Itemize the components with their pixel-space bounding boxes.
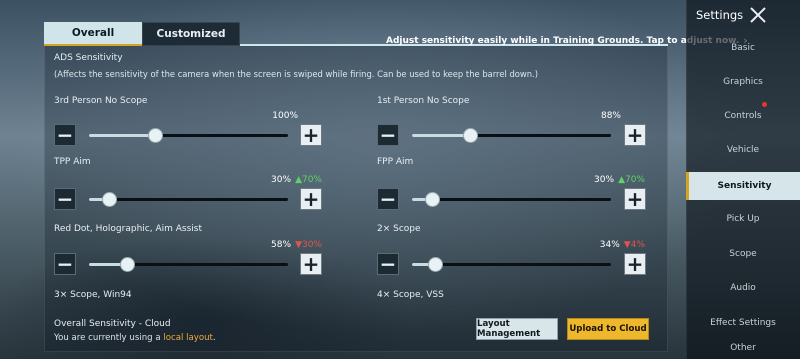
slider-knob[interactable] [101, 192, 117, 207]
close-icon[interactable] [748, 5, 768, 25]
increase-button[interactable]: + [624, 124, 646, 146]
sidebar-item-sensitivity[interactable]: Sensitivity [686, 172, 800, 200]
delta-text: 70% [624, 175, 645, 185]
slider-value-2x-scope: 34% ▼4% [553, 240, 645, 250]
local-layout-link[interactable]: local layout [163, 333, 213, 343]
slider-knob[interactable] [120, 257, 136, 272]
slider-track-fpp-aim[interactable] [412, 192, 611, 207]
upload-to-cloud-button[interactable]: Upload to Cloud [567, 318, 649, 340]
slider-value-fpp-aim: 30% ▲70% [553, 175, 645, 185]
slider-track-2x-scope[interactable] [412, 257, 611, 272]
slider-knob[interactable] [427, 257, 443, 272]
delta-up: ▲70% [295, 175, 322, 185]
slider-value-tpp-aim: 30% ▲70% [230, 175, 322, 185]
decrease-button[interactable]: − [54, 124, 76, 146]
slider-knob[interactable] [424, 192, 440, 207]
slider-fill [89, 134, 156, 137]
slider-label-1st-person-no-scope: 1st Person No Scope [377, 96, 470, 106]
slider-track-red-dot[interactable] [89, 257, 288, 272]
slider-value-1st-person-no-scope: 88% [553, 111, 621, 121]
delta-up: ▲70% [618, 175, 645, 185]
section-title: ADS Sensitivity [54, 53, 123, 63]
tab-overall[interactable]: Overall [44, 22, 142, 46]
sidebar-item-pick-up[interactable]: Pick Up [686, 207, 800, 231]
decrease-button[interactable]: − [377, 124, 399, 146]
layout-management-button[interactable]: Layout Management [476, 318, 558, 340]
increase-button[interactable]: + [624, 253, 646, 275]
increase-button[interactable]: + [300, 253, 322, 275]
cloud-desc-prefix: You are currently using a [54, 333, 164, 343]
slider-label-tpp-aim: TPP Aim [54, 157, 91, 167]
slider-label-fpp-aim: FPP Aim [377, 157, 414, 167]
slider-label-red-dot: Red Dot, Holographic, Aim Assist [54, 224, 202, 234]
slider-track-tpp-aim[interactable] [89, 192, 288, 207]
sidebar-item-audio[interactable]: Audio [686, 276, 800, 300]
notification-dot [762, 102, 767, 107]
cloud-title: Overall Sensitivity - Cloud [54, 319, 171, 329]
increase-button[interactable]: + [300, 124, 322, 146]
decrease-button[interactable]: − [377, 253, 399, 275]
slider-value-3rd-person-no-scope: 100% [230, 111, 298, 121]
slider-fill [412, 134, 471, 137]
cloud-desc-suffix: . [212, 333, 216, 343]
slider-label-3rd-person-no-scope: 3rd Person No Scope [54, 96, 148, 106]
cloud-description: You are currently using a local layout. [54, 333, 216, 343]
tab-customized[interactable]: Customized [142, 22, 240, 46]
delta-down: ▼4% [623, 240, 645, 250]
sidebar-item-other[interactable]: Other [686, 343, 800, 359]
decrease-button[interactable]: − [54, 253, 76, 275]
increase-button[interactable]: + [624, 188, 646, 210]
value-text: 30% [594, 175, 615, 185]
slider-label-2x-scope: 2× Scope [377, 224, 421, 234]
value-text: 58% [271, 240, 292, 250]
delta-down: ▼30% [295, 240, 322, 250]
sidebar-item-controls[interactable]: Controls [686, 104, 800, 128]
slider-knob[interactable] [463, 128, 479, 143]
value-text: 34% [599, 240, 620, 250]
value-text: 100% [272, 111, 298, 121]
increase-button[interactable]: + [300, 188, 322, 210]
sidebar-item-basic[interactable]: Basic [686, 36, 800, 60]
decrease-button[interactable]: − [54, 188, 76, 210]
slider-value-red-dot: 58% ▼30% [230, 240, 322, 250]
value-text: 88% [600, 111, 621, 121]
slider-track-3rd-person-no-scope[interactable] [89, 128, 288, 143]
slider-label-4x-scope: 4× Scope, VSS [377, 290, 444, 300]
slider-knob[interactable] [148, 128, 164, 143]
delta-text: 4% [630, 240, 645, 250]
sidebar-item-vehicle[interactable]: Vehicle [686, 138, 800, 162]
delta-text: 30% [301, 240, 322, 250]
sidebar-item-effect-settings[interactable]: Effect Settings [686, 311, 800, 335]
delta-text: 70% [301, 175, 322, 185]
sidebar-item-scope[interactable]: Scope [686, 242, 800, 266]
decrease-button[interactable]: − [377, 188, 399, 210]
sidebar-title: Settings [696, 8, 744, 22]
slider-label-3x-scope: 3× Scope, Win94 [54, 290, 132, 300]
section-description: (Affects the sensitivity of the camera w… [54, 69, 538, 79]
value-text: 30% [271, 175, 292, 185]
sidebar-item-graphics[interactable]: Graphics [686, 70, 800, 94]
slider-track-1st-person-no-scope[interactable] [412, 128, 611, 143]
